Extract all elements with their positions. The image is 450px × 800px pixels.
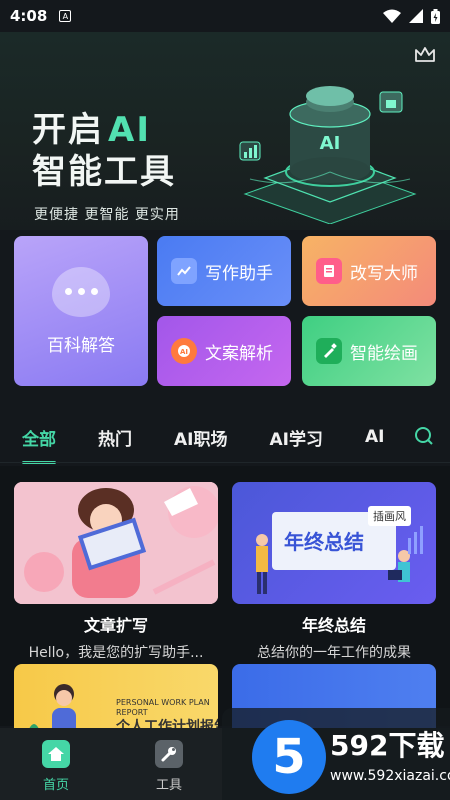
brush-icon <box>316 338 342 364</box>
watermark-brand: 592下载 <box>330 729 445 762</box>
battery-icon <box>431 8 440 24</box>
tab-hot[interactable]: 热门 <box>98 425 132 450</box>
rewrite-master-card[interactable]: 改写大师 <box>302 236 436 306</box>
smart-drawing-label: 智能绘画 <box>350 343 418 364</box>
nav-tools[interactable]: 工具 <box>139 740 199 793</box>
ai-chip-illustration: AI <box>239 86 417 224</box>
year-summary-thumbnail: 年终总结 插画风 <box>232 482 436 604</box>
chat-bubble-icon <box>52 266 110 317</box>
smart-drawing-card[interactable]: 智能绘画 <box>302 316 436 386</box>
template-card-article-expand[interactable]: 文章扩写 Hello，我是您的扩写助手... <box>14 482 218 662</box>
template-card-year-summary[interactable]: 年终总结 插画风 年终总结 总结你的一年工作的成果 <box>232 482 436 662</box>
watermark-url: www.592xiazai.com <box>330 768 450 784</box>
nav-home[interactable]: 首页 <box>26 740 86 793</box>
tabs-divider <box>0 462 450 463</box>
template-description: Hello，我是您的扩写助手... <box>28 645 204 661</box>
watermark-logo: 5 <box>252 720 326 794</box>
copy-analysis-card[interactable]: AI 文案解析 <box>157 316 291 386</box>
tab-ai-workplace[interactable]: AI职场 <box>174 425 227 450</box>
template-title: 年终总结 <box>301 616 366 635</box>
ai-badge-icon: AI <box>171 338 197 364</box>
hero-subtitle: 更便捷 更智能 更实用 <box>34 207 180 223</box>
category-tabs: 全部 热门 AI职场 AI学习 AI <box>0 412 450 464</box>
search-icon[interactable] <box>414 426 434 446</box>
tab-ai-more[interactable]: AI <box>365 427 383 447</box>
encyclopedia-card[interactable]: 百科解答 <box>14 236 148 386</box>
tab-ai-learning[interactable]: AI学习 <box>269 425 322 450</box>
signal-icon <box>409 9 423 23</box>
article-expand-thumbnail <box>14 482 218 604</box>
svg-text:AI: AI <box>180 348 188 356</box>
wrench-icon <box>155 740 183 768</box>
template-title: 文章扩写 <box>83 616 148 635</box>
status-time: 4:08 <box>10 7 48 25</box>
status-bar: 4:08 A <box>0 0 450 32</box>
hero-banner[interactable]: 开启 AI 智能工具 更便捷 更智能 更实用 AI <box>0 32 450 230</box>
tab-all[interactable]: 全部 <box>22 425 56 464</box>
chart-line-icon <box>171 258 197 284</box>
document-edit-icon <box>316 258 342 284</box>
writing-assistant-card[interactable]: 写作助手 <box>157 236 291 306</box>
status-icons <box>383 8 440 24</box>
nav-tools-label: 工具 <box>155 778 182 793</box>
svg-text:AI: AI <box>320 133 341 154</box>
presenters-illustration <box>256 526 423 594</box>
copy-analysis-label: 文案解析 <box>205 343 273 364</box>
nav-home-label: 首页 <box>42 778 69 793</box>
quick-tools-grid: 百科解答 写作助手 改写大师 AI 文案解析 智能绘画 <box>14 236 436 386</box>
work-plan-english-title: PERSONAL WORK PLAN REPORT <box>116 698 210 717</box>
encyclopedia-label: 百科解答 <box>47 335 115 356</box>
hero-title-line2: 智能工具 <box>32 152 176 192</box>
notification-a-icon: A <box>59 10 72 22</box>
rewrite-master-label: 改写大师 <box>350 263 418 284</box>
site-watermark: 5 592下载 www.592xiazai.com <box>222 700 450 800</box>
wifi-icon <box>383 9 401 23</box>
crown-icon[interactable] <box>414 46 436 64</box>
writing-assistant-label: 写作助手 <box>205 263 273 284</box>
template-description: 总结你的一年工作的成果 <box>257 645 411 661</box>
home-icon <box>42 740 70 768</box>
